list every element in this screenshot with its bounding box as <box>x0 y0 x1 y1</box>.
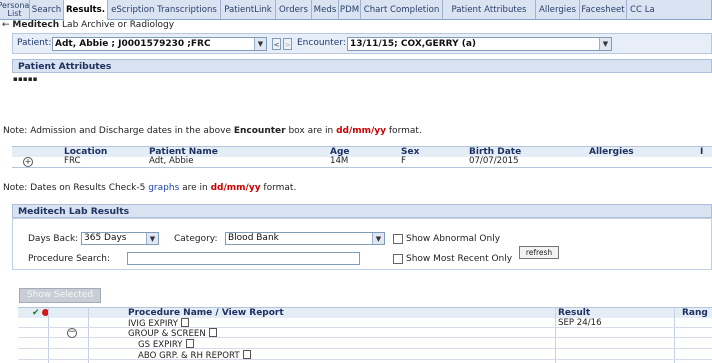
encounter-select[interactable]: 13/11/15; COX,GERRY (a) ▼ <box>347 37 612 51</box>
collapse-minus-icon[interactable]: − <box>67 328 77 338</box>
cell-birth-date: 07/07/2015 <box>469 156 519 166</box>
patient-encounter-bar: Patient: Adt, Abbie ; J0001579230 ;FRC ▼… <box>12 33 712 54</box>
tab-results[interactable]: Results. <box>64 0 108 20</box>
table-row[interactable]: ABO GRP. & RH REPORT <box>18 350 712 361</box>
result-source-links: ← Meditech Lab Archive or Radiology <box>2 20 174 32</box>
result-value: SEP 24/16 <box>558 318 602 328</box>
days-back-select[interactable]: 365 Days ▼ <box>81 232 159 245</box>
chevron-down-icon[interactable]: ▼ <box>254 38 266 50</box>
date-format: dd/mm/yy <box>336 126 387 136</box>
report-icon[interactable] <box>185 339 194 348</box>
encounter-label: Encounter: <box>297 38 346 48</box>
tab-cc-lab[interactable]: CC La <box>627 0 712 19</box>
encounter-select-value: 13/11/15; COX,GERRY (a) <box>350 39 477 49</box>
next-patient-button[interactable]: > <box>283 38 292 50</box>
refresh-button[interactable]: refresh <box>519 246 559 259</box>
category-value: Blood Bank <box>228 233 279 243</box>
show-most-recent-label: Show Most Recent Only <box>406 254 513 264</box>
report-icon[interactable] <box>242 350 251 359</box>
cell-age: 14M <box>330 156 349 166</box>
tab-pdm[interactable]: PDM <box>339 0 361 19</box>
chevron-down-icon[interactable]: ▼ <box>599 38 611 50</box>
note-text: format. <box>260 183 297 193</box>
category-label: Category: <box>174 234 218 244</box>
note-text: Note: Admission and Discharge dates in t… <box>3 126 234 136</box>
show-abnormal-checkbox[interactable] <box>393 234 403 244</box>
table-row[interactable]: − GROUP & SCREEN <box>18 328 712 339</box>
cell-patient-name: Adt, Abbie <box>149 156 194 166</box>
days-back-value: 365 Days <box>84 233 127 243</box>
chevron-down-icon[interactable]: ▼ <box>146 233 158 244</box>
col-procedure-name: Procedure Name / View Report <box>128 308 284 318</box>
tab-chart-completion[interactable]: Chart Completion <box>361 0 443 19</box>
show-abnormal-label: Show Abnormal Only <box>406 234 501 244</box>
report-icon[interactable] <box>208 328 217 337</box>
tab-allergies[interactable]: Allergies <box>536 0 580 19</box>
procedure-name[interactable]: GROUP & SCREEN <box>128 328 217 339</box>
cell-sex: F <box>401 156 406 166</box>
note-text: Note: Dates on Results Check-5 <box>3 183 149 193</box>
lab-archive-link[interactable]: Lab Archive or Radiology <box>62 20 174 30</box>
tab-facesheet[interactable]: Facesheet <box>580 0 627 19</box>
patient-attribute-indicators: ▪▪▪▪▪ <box>13 75 38 83</box>
tab-escription-transcriptions[interactable]: eScription Transcriptions <box>108 0 221 19</box>
meditech-link[interactable]: Meditech <box>12 20 59 30</box>
select-all-check-icon[interactable]: ✔ <box>32 308 40 318</box>
date-format: dd/mm/yy <box>210 183 261 193</box>
note-text: format. <box>386 126 422 136</box>
tab-orders[interactable]: Orders <box>276 0 312 19</box>
table-row[interactable]: IVIG EXPIRY SEP 24/16 <box>18 318 712 329</box>
note-text: are in <box>179 183 211 193</box>
tab-patient-attributes[interactable]: Patient Attributes <box>443 0 536 19</box>
results-date-note: Note: Dates on Results Check-5 graphs ar… <box>3 183 296 193</box>
category-select[interactable]: Blood Bank ▼ <box>225 232 385 245</box>
table-row[interactable]: + FRC Adt, Abbie 14M F 07/07/2015 <box>12 156 712 168</box>
col-result: Result <box>558 308 591 318</box>
days-back-label: Days Back: <box>28 234 79 244</box>
procedure-search-input[interactable] <box>127 252 360 265</box>
patient-attributes-header: Patient Attributes <box>12 59 712 73</box>
report-icon[interactable] <box>181 318 190 327</box>
previous-patient-button[interactable]: < <box>272 38 281 50</box>
back-arrow-icon: ← <box>2 20 10 30</box>
encounter-date-note: Note: Admission and Discharge dates in t… <box>3 126 422 136</box>
show-most-recent-checkbox[interactable] <box>393 254 403 264</box>
tab-personal-list[interactable]: Personal List <box>0 0 30 19</box>
results-grid-header: ✔ Procedure Name / View Report Result Ra… <box>18 307 712 318</box>
expand-plus-icon[interactable]: + <box>23 157 33 167</box>
show-selected-button[interactable]: Show Selected <box>19 288 101 303</box>
table-row[interactable]: GS EXPIRY <box>18 339 712 350</box>
cell-location: FRC <box>64 156 81 166</box>
tab-meds[interactable]: Meds <box>312 0 339 19</box>
col-range: Rang <box>682 308 708 318</box>
chevron-down-icon[interactable]: ▼ <box>372 233 384 244</box>
tab-search[interactable]: Search <box>30 0 64 19</box>
procedure-search-label: Procedure Search: <box>28 254 111 264</box>
note-text: box are in <box>285 126 337 136</box>
patient-select[interactable]: Adt, Abbie ; J0001579230 ;FRC ▼ <box>52 37 267 51</box>
top-tab-bar: Personal List Search Results. eScription… <box>0 0 712 20</box>
patient-select-value: Adt, Abbie ; J0001579230 ;FRC <box>55 39 211 49</box>
tab-patientlink[interactable]: PatientLink <box>221 0 276 19</box>
procedure-name[interactable]: ABO GRP. & RH REPORT <box>138 350 251 361</box>
procedure-name[interactable]: GS EXPIRY <box>138 339 194 350</box>
graphs-link[interactable]: graphs <box>148 183 179 193</box>
lab-results-header: Meditech Lab Results <box>12 204 712 218</box>
note-bold: Encounter <box>233 126 286 136</box>
patient-label: Patient: <box>17 38 52 48</box>
